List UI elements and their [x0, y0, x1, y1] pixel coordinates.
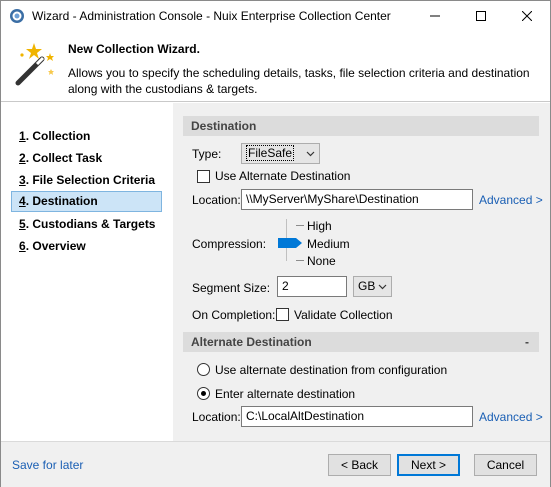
- alternate-advanced-link[interactable]: Advanced >: [479, 410, 543, 424]
- use-alternate-checkbox[interactable]: [197, 170, 210, 183]
- destination-section-title: Destination: [191, 119, 257, 133]
- maximize-icon: [476, 11, 486, 21]
- maximize-button[interactable]: [458, 1, 504, 31]
- type-select-value: FileSafe: [246, 145, 295, 161]
- alternate-section-header[interactable]: Alternate Destination -: [183, 332, 539, 352]
- use-alternate-label: Use Alternate Destination: [215, 169, 351, 183]
- chevron-down-icon: [378, 284, 387, 290]
- segment-unit-select[interactable]: GB: [353, 276, 392, 297]
- window-title: Wizard - Administration Console - Nuix E…: [32, 9, 391, 23]
- nav-step-custodians-targets[interactable]: 5. Custodians & Targets: [11, 214, 162, 235]
- nav-step-label: . Collection: [25, 129, 91, 143]
- wizard-footer: Save for later < Back Next > Cancel: [1, 441, 550, 487]
- back-button[interactable]: < Back: [328, 454, 391, 476]
- nav-step-number: 5: [19, 217, 26, 231]
- validate-collection-label: Validate Collection: [294, 308, 393, 322]
- destination-advanced-link[interactable]: Advanced >: [479, 193, 543, 207]
- nav-step-number: 4: [19, 194, 26, 208]
- app-icon: [10, 9, 24, 23]
- alternate-location-label: Location:: [192, 410, 241, 424]
- nav-step-label: . Destination: [25, 194, 98, 208]
- segment-size-input[interactable]: 2: [277, 276, 347, 297]
- radio-selected-dot: [201, 391, 206, 396]
- save-for-later-link[interactable]: Save for later: [12, 458, 83, 472]
- minimize-icon: [430, 15, 440, 17]
- slider-pointer-icon: [296, 238, 302, 248]
- nav-step-file-selection[interactable]: 3. File Selection Criteria: [11, 170, 162, 191]
- location-input[interactable]: \\MyServer\MyShare\Destination: [241, 189, 473, 210]
- title-bar: Wizard - Administration Console - Nuix E…: [1, 1, 550, 31]
- compression-medium-label: Medium: [307, 237, 350, 251]
- nav-step-destination[interactable]: 4. Destination: [11, 191, 162, 212]
- nav-step-label: . Custodians & Targets: [25, 217, 156, 231]
- alternate-section-title: Alternate Destination: [191, 335, 312, 349]
- nav-step-overview[interactable]: 6. Overview: [11, 236, 162, 257]
- radio-enter-alternate-label: Enter alternate destination: [215, 387, 356, 401]
- close-icon: [522, 11, 532, 21]
- collapse-icon[interactable]: -: [525, 332, 529, 352]
- nav-step-number: 6: [19, 239, 26, 253]
- slider-tick: [296, 260, 304, 261]
- type-label: Type:: [192, 147, 222, 161]
- compression-label: Compression:: [192, 237, 267, 251]
- wizard-steps-nav: 1. Collection 2. Collect Task 3. File Se…: [1, 103, 173, 441]
- nav-step-label: . Collect Task: [25, 151, 103, 165]
- radio-alternate-from-config[interactable]: [197, 363, 210, 376]
- magic-wand-icon: [15, 43, 54, 86]
- wizard-header: New Collection Wizard. Allows you to spe…: [1, 31, 550, 102]
- radio-alternate-from-config-label: Use alternate destination from configura…: [215, 363, 448, 377]
- wizard-description: Allows you to specify the scheduling det…: [68, 66, 530, 96]
- nav-step-collect-task[interactable]: 2. Collect Task: [11, 148, 162, 169]
- nav-step-number: 2: [19, 151, 26, 165]
- nav-step-label: . Overview: [25, 239, 86, 253]
- nav-step-collection[interactable]: 1. Collection: [11, 126, 162, 147]
- alternate-location-input[interactable]: C:\LocalAltDestination: [241, 406, 473, 427]
- close-button[interactable]: [504, 1, 550, 31]
- radio-enter-alternate[interactable]: [197, 387, 210, 400]
- nav-step-label: . File Selection Criteria: [25, 173, 156, 187]
- location-label: Location:: [192, 193, 241, 207]
- cancel-button[interactable]: Cancel: [474, 454, 537, 476]
- compression-none-label: None: [307, 254, 336, 268]
- nav-step-number: 3: [19, 173, 26, 187]
- slider-thumb[interactable]: [278, 238, 296, 248]
- wizard-title: New Collection Wizard.: [68, 42, 200, 56]
- next-button[interactable]: Next >: [397, 454, 460, 476]
- slider-tick: [296, 225, 304, 226]
- on-completion-label: On Completion:: [192, 308, 276, 322]
- wizard-window: Wizard - Administration Console - Nuix E…: [0, 0, 551, 487]
- type-select[interactable]: FileSafe: [241, 143, 320, 164]
- minimize-button[interactable]: [412, 1, 458, 31]
- destination-section-header: Destination: [183, 116, 539, 136]
- validate-collection-checkbox[interactable]: [276, 308, 289, 321]
- chevron-down-icon: [306, 151, 315, 157]
- destination-panel: Destination Type: FileSafe Use Alternate…: [173, 103, 550, 441]
- nav-step-number: 1: [19, 129, 26, 143]
- compression-high-label: High: [307, 219, 332, 233]
- segment-size-label: Segment Size:: [192, 281, 271, 295]
- segment-unit-value: GB: [358, 279, 376, 293]
